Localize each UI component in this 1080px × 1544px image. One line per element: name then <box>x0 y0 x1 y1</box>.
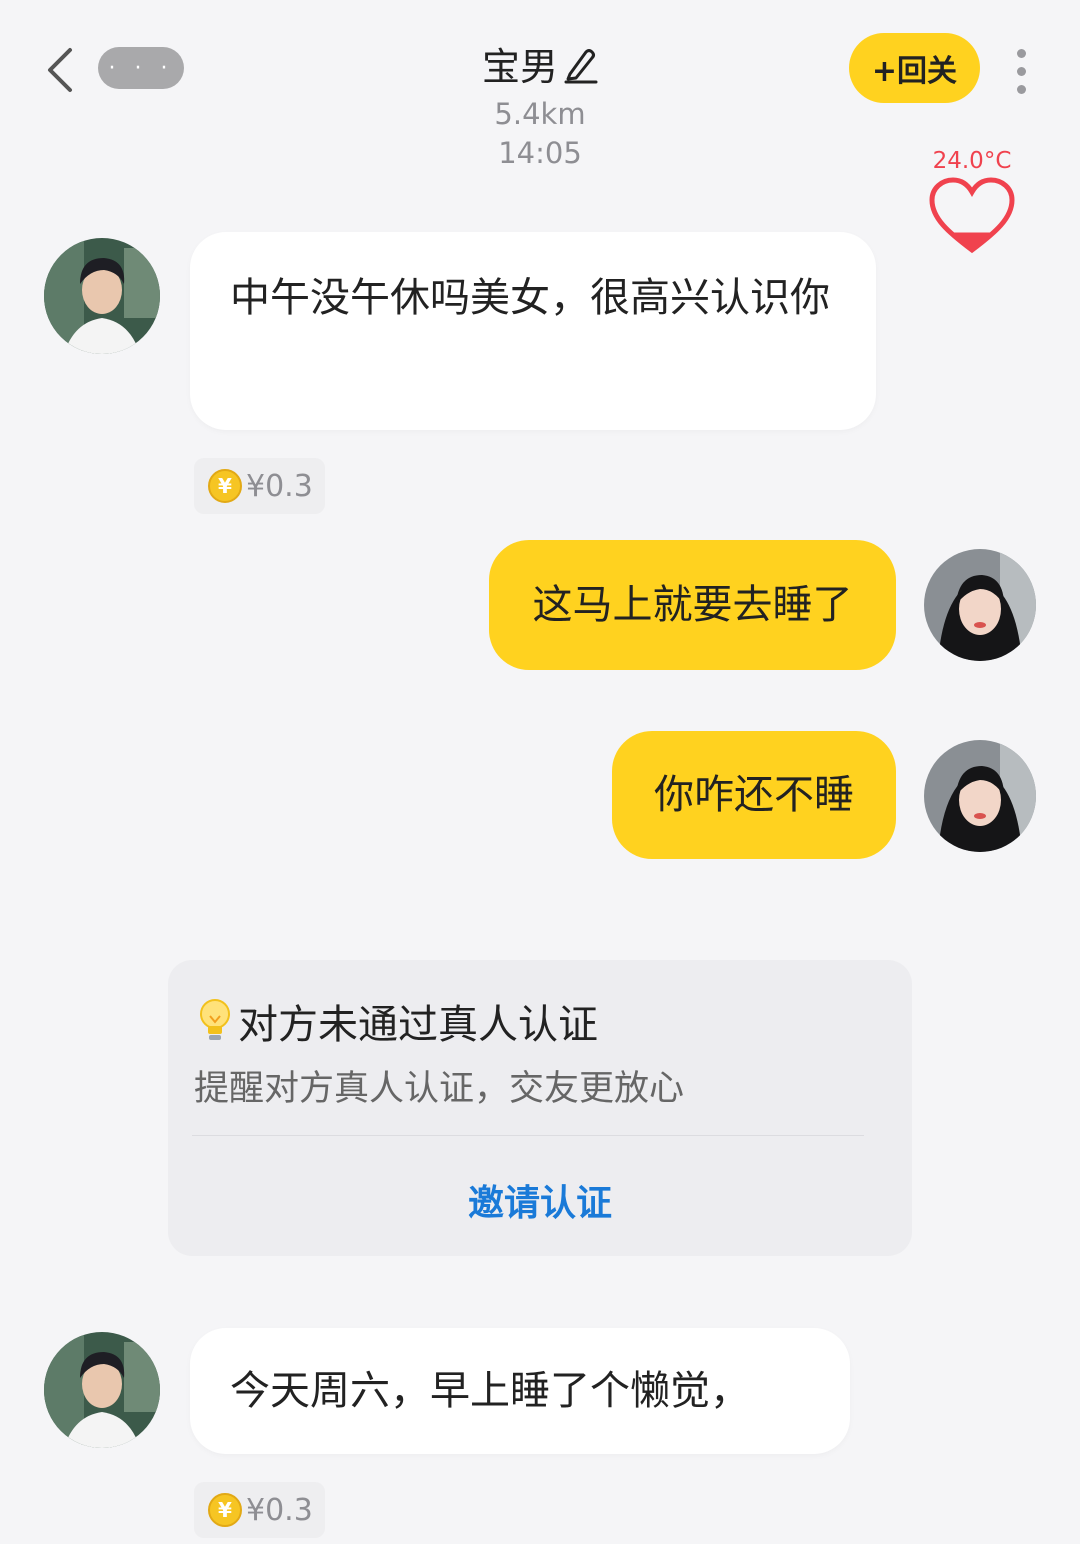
message-cost: ¥0.3 <box>246 1492 313 1528</box>
message-timestamp: 14:05 <box>498 136 582 170</box>
coin-icon: ¥ <box>208 1493 242 1527</box>
message-bubble-outgoing[interactable]: 这马上就要去睡了 <box>489 540 896 670</box>
message-text: 这马上就要去睡了 <box>532 582 853 628</box>
status-pill-dots: · · · <box>108 55 174 81</box>
message-bubble-incoming[interactable]: 今天周六，早上睡了个懒觉， <box>190 1328 850 1454</box>
my-avatar[interactable] <box>924 549 1036 661</box>
message-cost-chip: ¥ ¥0.3 <box>194 458 325 514</box>
contact-name-row[interactable]: 宝男 <box>340 36 740 91</box>
coin-icon: ¥ <box>208 469 242 503</box>
intimacy-temperature[interactable]: 24.0°C <box>922 148 1022 260</box>
verification-title: 对方未通过真人认证 <box>238 1002 598 1048</box>
message-cost: ¥0.3 <box>246 468 313 504</box>
verification-title-row: 对方未通过真人认证 <box>198 992 598 1050</box>
my-avatar-image <box>924 549 1036 661</box>
chevron-left-icon <box>48 48 72 92</box>
verification-card: 对方未通过真人认证 提醒对方真人认证，交友更放心 邀请认证 <box>168 960 912 1256</box>
message-text: 中午没午休吗美女，很高兴认识你 <box>230 275 830 321</box>
back-button[interactable] <box>40 44 80 96</box>
status-pill[interactable]: · · · <box>98 47 184 89</box>
contact-avatar[interactable] <box>44 1332 160 1448</box>
contact-avatar[interactable] <box>44 238 160 354</box>
contact-name: 宝男 <box>481 45 558 89</box>
heart-icon <box>929 177 1015 254</box>
temperature-label: 24.0°C <box>932 148 1012 174</box>
vertical-dots-icon[interactable] <box>1004 44 1038 98</box>
lightbulb-icon <box>200 999 230 1040</box>
message-bubble-incoming[interactable]: 中午没午休吗美女，很高兴认识你 <box>190 232 876 430</box>
contact-avatar-image <box>44 238 160 354</box>
divider <box>192 1135 864 1136</box>
contact-avatar-image <box>44 1332 160 1448</box>
chat-header: 宝男 5.4km <box>340 36 740 131</box>
pencil-icon[interactable] <box>562 44 598 84</box>
message-bubble-outgoing[interactable]: 你咋还不睡 <box>612 731 896 859</box>
message-text: 今天周六，早上睡了个懒觉， <box>230 1368 750 1414</box>
message-cost-chip: ¥ ¥0.3 <box>194 1482 325 1538</box>
follow-back-button[interactable]: +回关 <box>849 33 980 103</box>
message-text: 你咋还不睡 <box>654 772 854 818</box>
my-avatar-image <box>924 740 1036 852</box>
contact-distance: 5.4km <box>494 97 586 131</box>
invite-verification-button[interactable]: 邀请认证 <box>168 1174 912 1226</box>
verification-description: 提醒对方真人认证，交友更放心 <box>194 1069 685 1109</box>
my-avatar[interactable] <box>924 740 1036 852</box>
